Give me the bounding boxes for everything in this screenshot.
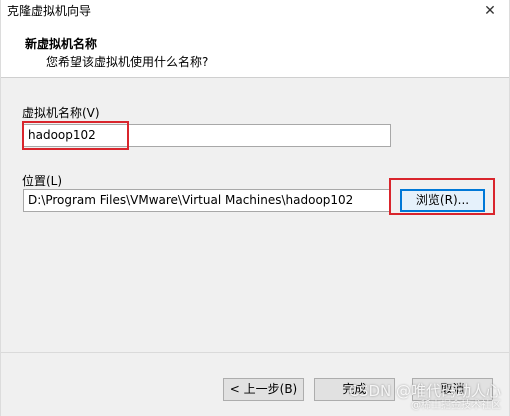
vm-name-input[interactable]: hadoop102 (23, 124, 391, 147)
finish-button[interactable]: 完成 (314, 378, 395, 401)
wizard-footer: < 上一步(B) 完成 取消 (1, 353, 509, 416)
page-title: 新虚拟机名称 (25, 37, 98, 51)
location-input[interactable]: D:\Program Files\VMware\Virtual Machines… (23, 189, 391, 212)
window-title: 克隆虚拟机向导 (7, 4, 92, 18)
vm-name-label: 虚拟机名称(V) (22, 106, 100, 120)
wizard-header: 新虚拟机名称 您希望该虚拟机使用什么名称? (1, 22, 509, 78)
browse-button[interactable]: 浏览(R)... (400, 189, 485, 212)
cancel-button[interactable]: 取消 (412, 378, 493, 401)
title-bar: 克隆虚拟机向导 ✕ (1, 0, 509, 22)
back-button[interactable]: < 上一步(B) (223, 378, 304, 401)
clone-wizard-window: 克隆虚拟机向导 ✕ 新虚拟机名称 您希望该虚拟机使用什么名称? 虚拟机名称(V)… (0, 0, 510, 416)
page-subtitle: 您希望该虚拟机使用什么名称? (46, 55, 209, 69)
close-icon[interactable]: ✕ (479, 0, 501, 22)
location-label: 位置(L) (22, 174, 63, 188)
